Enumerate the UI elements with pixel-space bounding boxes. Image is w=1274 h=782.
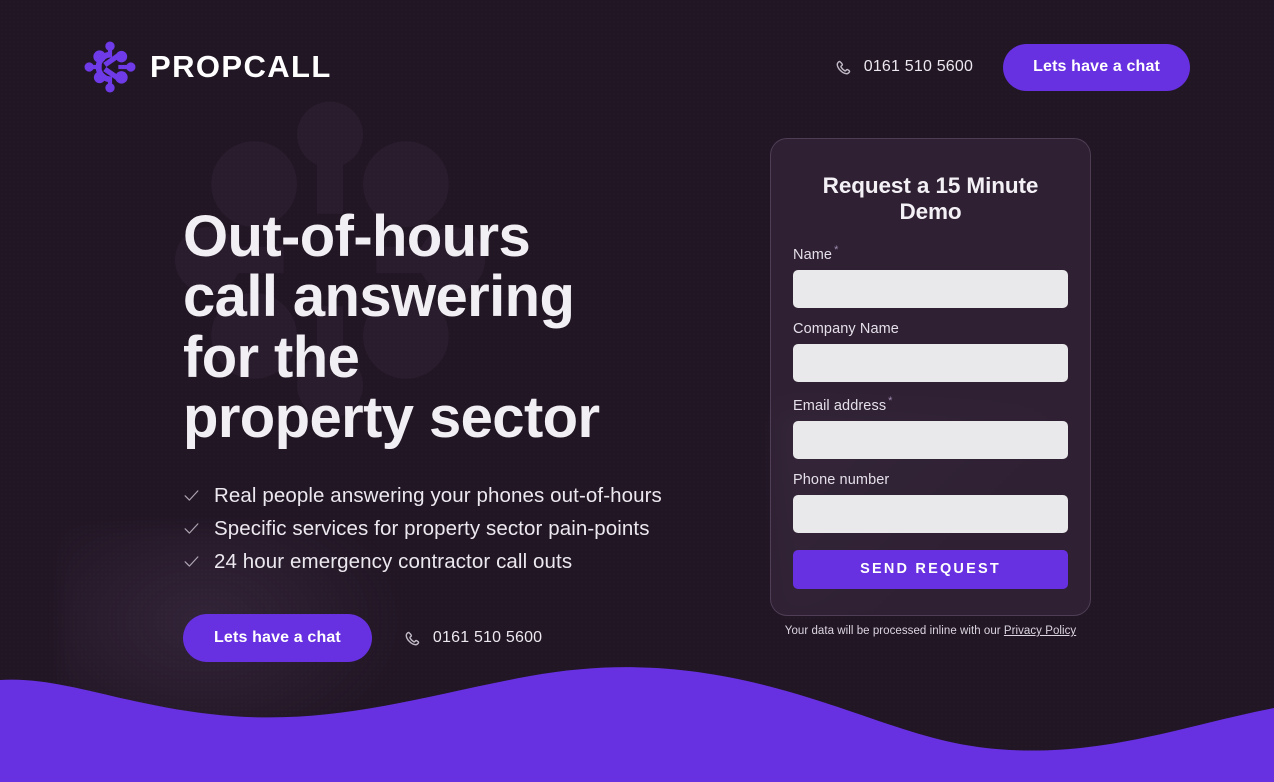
header-phone-number: 0161 510 5600 <box>863 58 974 75</box>
field-label-name: Name * <box>793 244 1068 263</box>
demo-request-form: Request a 15 Minute Demo Name * Company N… <box>770 138 1091 616</box>
field-label-text: Email address <box>793 397 887 414</box>
required-marker: * <box>834 244 839 256</box>
field-phone-number: Phone number <box>793 472 1068 533</box>
list-item-label: Specific services for property sector pa… <box>214 517 650 541</box>
field-name: Name * <box>793 244 1068 308</box>
page-title: Out-of-hours call answering for the prop… <box>183 204 600 450</box>
header-phone-link[interactable]: 0161 510 5600 <box>835 58 973 76</box>
field-label-company-name: Company Name <box>793 320 899 337</box>
field-label-text: Name <box>793 246 833 263</box>
hero-phone-number: 0161 510 5600 <box>432 629 543 647</box>
send-request-button[interactable]: SEND REQUEST <box>793 549 1068 589</box>
list-item: Specific services for property sector pa… <box>183 512 703 545</box>
name-input[interactable] <box>793 269 1068 308</box>
check-icon <box>184 490 199 501</box>
company-name-input[interactable] <box>793 343 1068 382</box>
hero-phone-link[interactable]: 0161 510 5600 <box>404 629 542 647</box>
field-company-name: Company Name <box>793 321 1068 382</box>
hero-section: PROPCALL 0161 510 5600 Lets have a chat … <box>0 0 1274 782</box>
hero-benefits-list: Real people answering your phones out-of… <box>183 479 703 578</box>
brand-name: PROPCALL <box>150 49 332 84</box>
privacy-note-text: Your data will be processed inline with … <box>784 625 1004 637</box>
field-label-email-address: Email address * <box>793 395 1068 414</box>
list-item-label: Real people answering your phones out-of… <box>214 484 662 508</box>
phone-input[interactable] <box>793 494 1068 533</box>
brand-logo[interactable]: PROPCALL <box>84 41 332 93</box>
check-icon <box>184 523 199 534</box>
list-item: Real people answering your phones out-of… <box>183 479 703 512</box>
hero-cta-row: Lets have a chat 0161 510 5600 <box>183 614 703 663</box>
privacy-policy-link[interactable]: Privacy Policy <box>1004 625 1076 637</box>
phone-icon <box>836 60 851 74</box>
privacy-note: Your data will be processed inline with … <box>770 625 1091 637</box>
list-item: 24 hour emergency contractor call outs <box>183 545 703 578</box>
header-chat-button[interactable]: Lets have a chat <box>1003 43 1190 91</box>
hero-chat-button[interactable]: Lets have a chat <box>183 614 372 663</box>
field-label-phone-number: Phone number <box>793 471 890 488</box>
bottom-wave-decoration <box>0 667 1274 782</box>
header-actions: 0161 510 5600 Lets have a chat <box>835 43 1190 91</box>
site-header: PROPCALL 0161 510 5600 Lets have a chat <box>0 0 1274 134</box>
field-email-address: Email address * <box>793 395 1068 459</box>
form-title: Request a 15 Minute Demo <box>822 173 1039 224</box>
required-marker: * <box>888 394 893 407</box>
list-item-label: 24 hour emergency contractor call outs <box>214 550 573 574</box>
network-nodes-icon <box>84 41 136 93</box>
hero-content: Out-of-hours call answering for the prop… <box>183 204 703 663</box>
email-input[interactable] <box>793 420 1068 459</box>
check-icon <box>184 556 199 567</box>
phone-icon <box>405 631 420 646</box>
